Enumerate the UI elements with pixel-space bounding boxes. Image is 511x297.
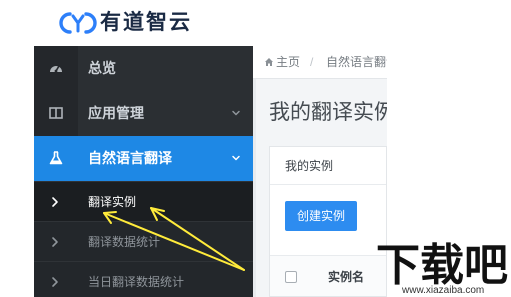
sidebar-subitem-label: 翻译实例 — [88, 195, 137, 209]
chevron-down-icon — [232, 110, 240, 116]
column-header-instance-name: 实例名 — [328, 270, 365, 284]
page-title: 我的翻译实例 — [269, 101, 387, 124]
sidebar-subitem-label: 当日翻译数据统计 — [88, 275, 185, 289]
panel-title: 我的实例 — [285, 159, 334, 173]
home-icon — [265, 58, 273, 66]
table-header-row: 实例名 — [270, 255, 386, 296]
watermark-logo: 下载吧 — [376, 240, 508, 288]
sidebar-item-label: 自然语言翻译 — [88, 150, 172, 166]
columns-icon — [49, 107, 63, 119]
watermark-url: www.xiazaiba.com — [402, 285, 485, 296]
sidebar-subitem-translation-stats[interactable]: 翻译数据统计 — [34, 221, 253, 261]
breadcrumb-separator: / — [310, 55, 314, 69]
breadcrumb-current: 自然语言翻译 — [326, 55, 387, 69]
brand-header: 有道智云 — [0, 0, 511, 46]
sidebar-item-overview[interactable]: 总览 — [34, 46, 253, 91]
create-instance-button[interactable]: 创建实例 — [285, 201, 357, 231]
brand-name: 有道智云 — [100, 11, 192, 34]
sidebar-item-nlp-translation[interactable]: 自然语言翻译 — [34, 136, 253, 181]
chevron-down-icon — [232, 155, 240, 161]
sidebar-subitem-label: 翻译数据统计 — [88, 235, 161, 249]
chevron-right-icon — [52, 237, 58, 247]
breadcrumb-home-link[interactable]: 主页 — [276, 46, 300, 78]
flask-icon — [49, 151, 63, 165]
breadcrumb: 主页 / 自然语言翻译 — [253, 46, 387, 79]
sidebar-subitem-translation-instance[interactable]: 翻译实例 — [34, 181, 253, 221]
panel-header: 我的实例 — [270, 147, 386, 185]
instances-panel: 我的实例 创建实例 实例名 — [269, 146, 387, 297]
dashboard-icon — [50, 65, 62, 73]
sidebar-item-label: 总览 — [88, 60, 116, 76]
chevron-right-icon — [52, 277, 58, 287]
select-all-checkbox[interactable] — [285, 271, 297, 283]
watermark-text: 下载吧 — [376, 240, 508, 288]
sidebar: 总览 应用管理 自然语言翻译 翻译实例 翻译数据统计 当日翻译数据统计 — [34, 46, 253, 297]
chevron-right-icon — [52, 197, 58, 207]
youdao-logo-icon — [59, 12, 97, 34]
sidebar-subitem-daily-translation-stats[interactable]: 当日翻译数据统计 — [34, 261, 253, 297]
sidebar-item-label: 应用管理 — [88, 105, 144, 121]
sidebar-item-app-management[interactable]: 应用管理 — [34, 91, 253, 136]
